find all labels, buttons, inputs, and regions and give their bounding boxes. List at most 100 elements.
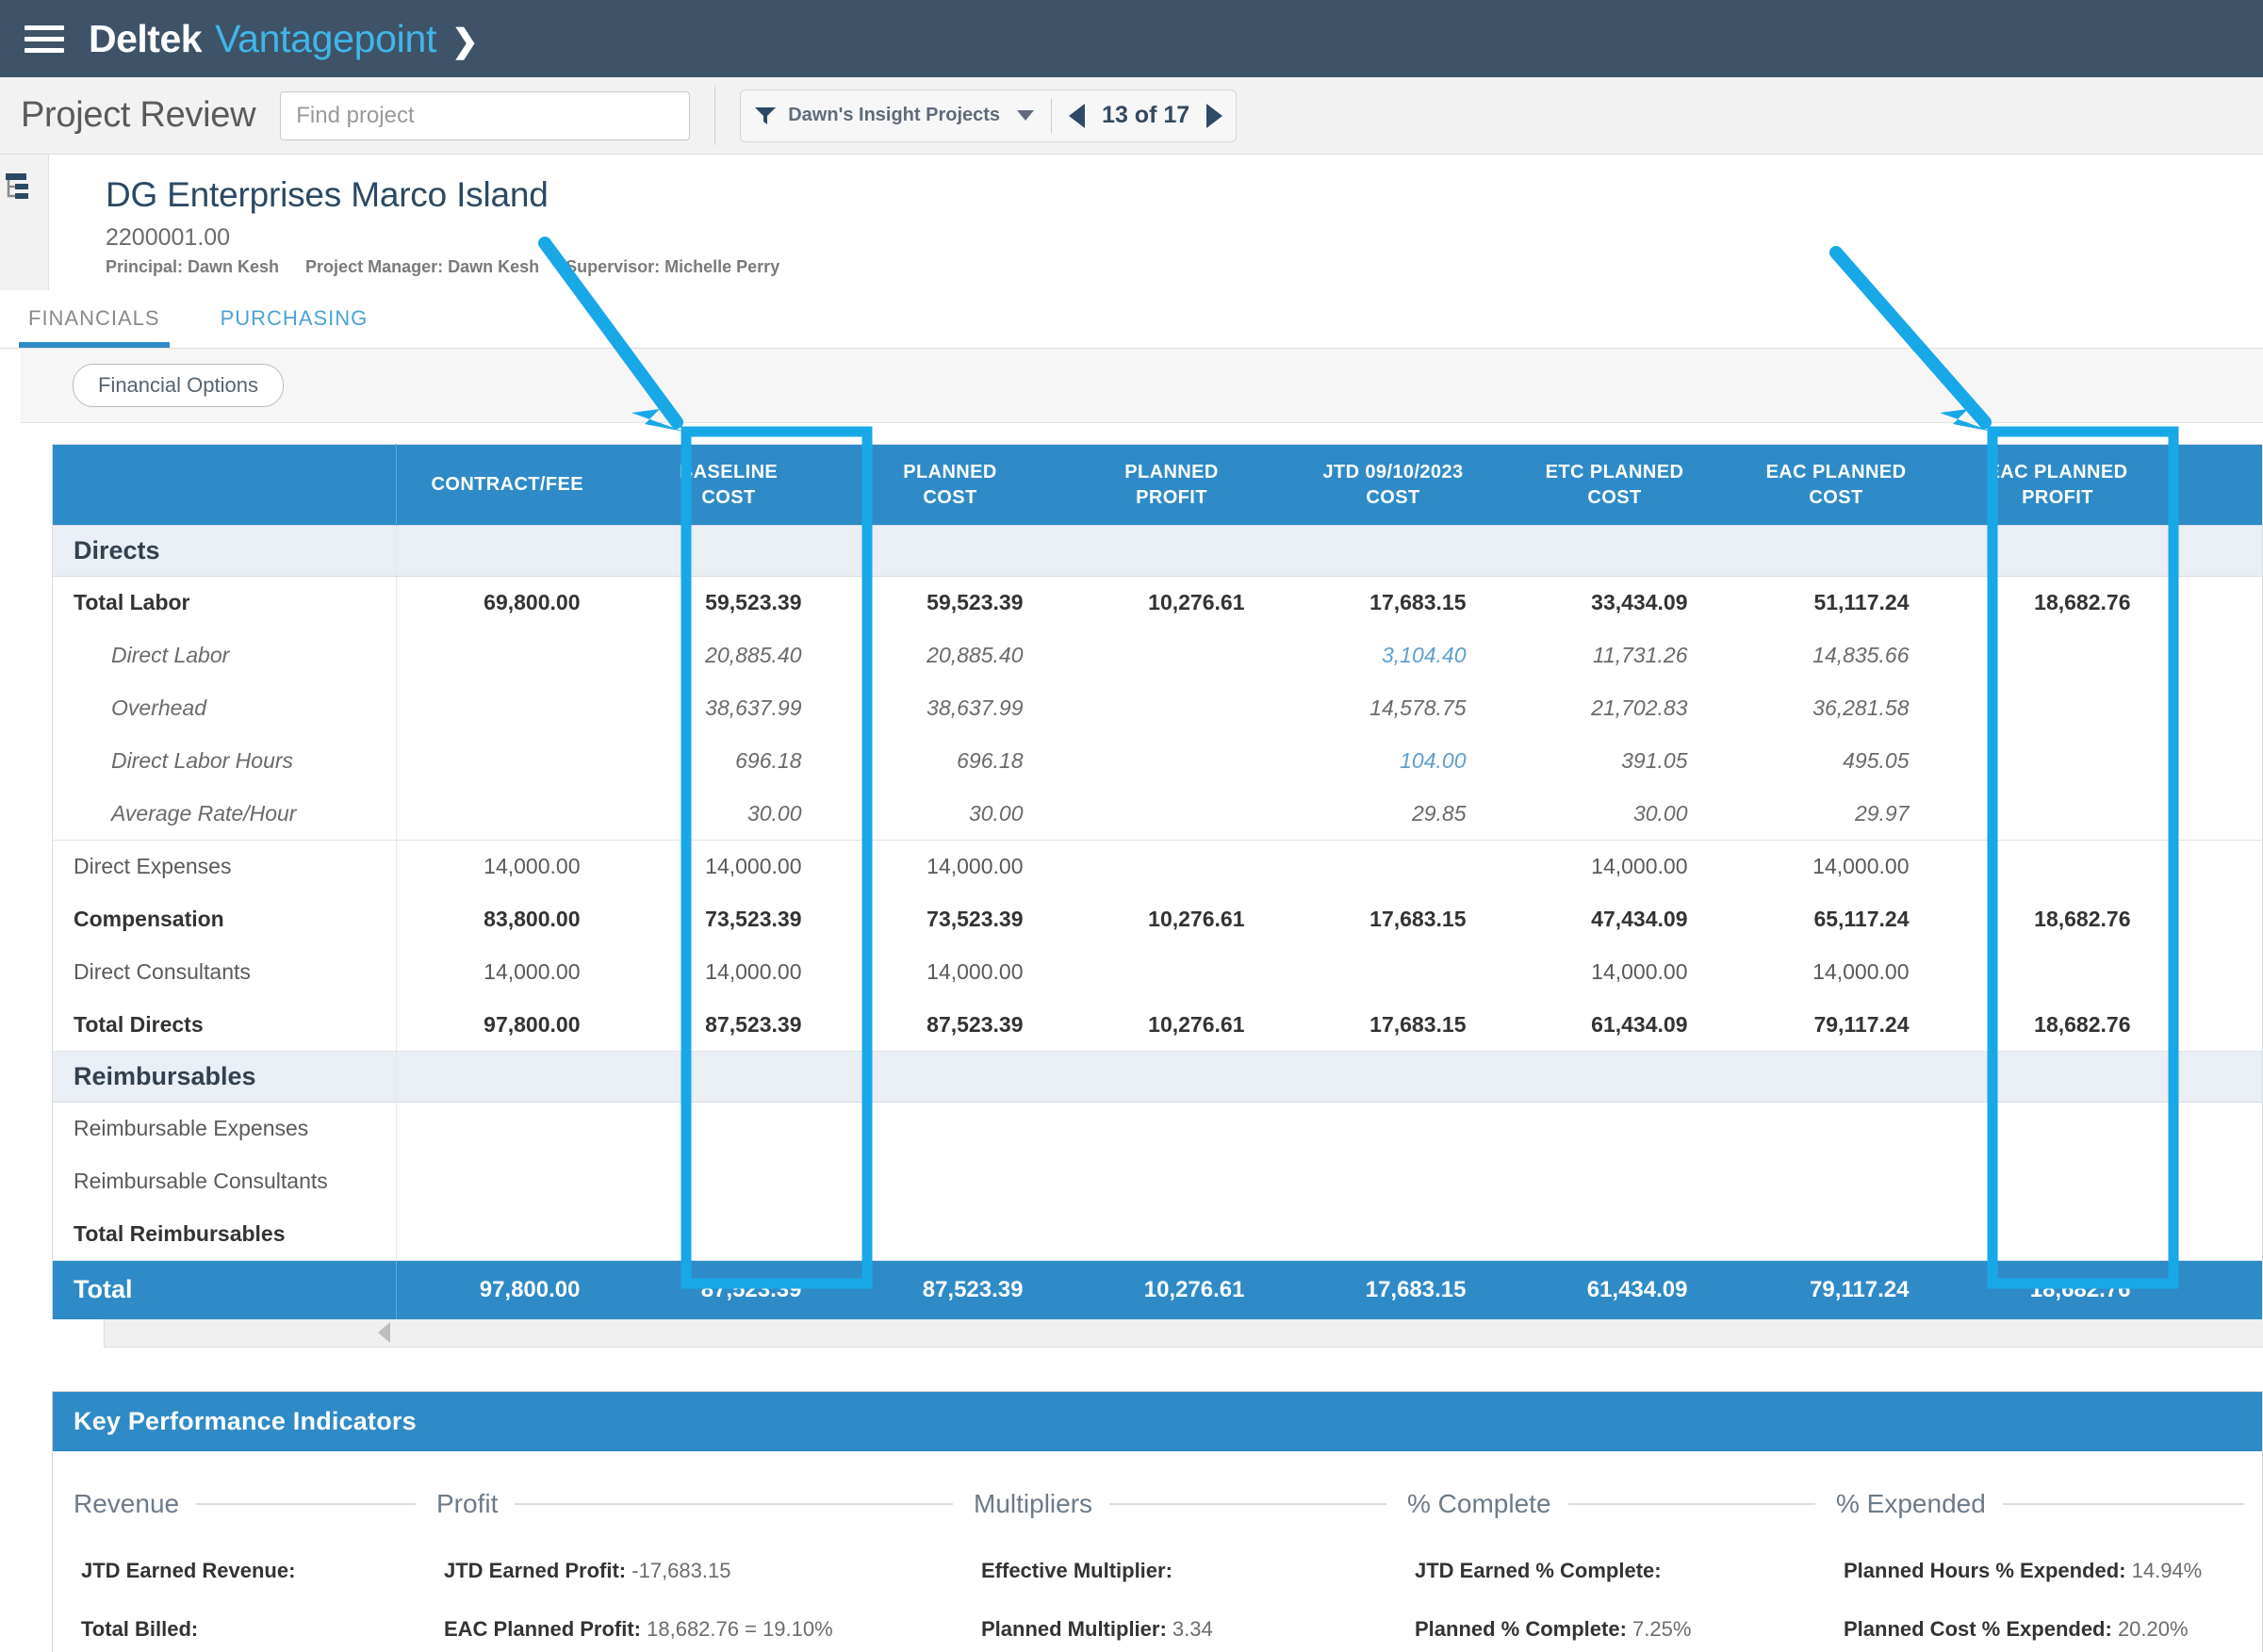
- cell-spacer: [2169, 630, 2263, 682]
- cell-value: [1947, 1155, 2169, 1208]
- kpi-panel-title: Key Performance Indicators: [53, 1392, 2262, 1451]
- top-navigation-bar: Deltek Vantagepoint ❯: [0, 0, 2263, 77]
- chevron-down-icon[interactable]: [1017, 110, 1034, 121]
- cell-value: [397, 1208, 618, 1261]
- cell-value[interactable]: 3,104.40: [1283, 630, 1504, 682]
- brand-deltek-text: Deltek: [89, 17, 202, 61]
- kpi-group-title: % Complete: [1407, 1489, 1551, 1519]
- kpi-group-header: Multipliers: [974, 1489, 1386, 1519]
- tab-financials[interactable]: FINANCIALS: [19, 306, 170, 348]
- column-header-5[interactable]: JTD 09/10/2023COST: [1283, 445, 1504, 526]
- cell-value: [1283, 841, 1504, 893]
- cell-value: [1947, 682, 2169, 735]
- kpi-group-expended: % Expended Planned Hours % Expended: 14.9…: [1815, 1489, 2244, 1652]
- brand-logo[interactable]: Deltek Vantagepoint ❯: [89, 17, 479, 61]
- cell-value[interactable]: 104.00: [1283, 735, 1504, 788]
- cell-value: 14,000.00: [397, 946, 618, 999]
- cell-value: 14,578.75: [1283, 682, 1504, 735]
- column-header-2[interactable]: BASELINECOST: [618, 445, 840, 526]
- column-header-6[interactable]: ETC PLANNEDCOST: [1504, 445, 1726, 526]
- project-name: DG Enterprises Marco Island: [106, 175, 2263, 215]
- kpi-group-profit: ProfitJTD Earned Profit: -17,683.15EAC P…: [416, 1489, 953, 1652]
- column-header-0[interactable]: [53, 445, 397, 526]
- kpi-item-label: Planned Hours % Expended:: [1844, 1559, 2126, 1582]
- column-header-1[interactable]: CONTRACT/FEE: [397, 445, 618, 526]
- table-header: CONTRACT/FEEBASELINECOSTPLANNEDCOSTPLANN…: [53, 445, 2263, 526]
- cell-value: 18,682.76: [1947, 1261, 2169, 1319]
- cell-value: 20,885.40: [618, 630, 840, 682]
- column-header-9[interactable]: [2169, 445, 2263, 526]
- cell-value: [1283, 1103, 1504, 1155]
- cell-value: 65,117.24: [1726, 893, 1947, 946]
- tab-bar: FINANCIALS PURCHASING: [0, 290, 2263, 349]
- kpi-item-label: EAC Planned Profit:: [444, 1617, 641, 1641]
- kpi-item: Planned Cost % Expended: 20.20%: [1836, 1617, 2244, 1642]
- cell-value: [1504, 1208, 1726, 1261]
- scroll-left-icon[interactable]: [378, 1322, 390, 1343]
- project-supervisor: Supervisor: Michelle Perry: [566, 257, 779, 277]
- filter-label[interactable]: Dawn's Insight Projects: [788, 105, 1000, 126]
- kpi-item-value: -17,683.15: [626, 1559, 730, 1582]
- kpi-item: EAC Planned Profit: 18,682.76 = 19.10%: [436, 1617, 953, 1642]
- cell-value: [840, 1155, 1061, 1208]
- cell-value: [1283, 946, 1504, 999]
- table-row: Total Directs97,800.0087,523.3987,523.39…: [53, 999, 2263, 1052]
- hamburger-menu-icon[interactable]: [25, 25, 64, 53]
- kpi-item-label: Planned Multiplier:: [981, 1617, 1167, 1641]
- row-label: Total: [53, 1261, 397, 1319]
- cell-value: [1061, 946, 1283, 999]
- brand-vantagepoint-text: Vantagepoint: [215, 17, 436, 61]
- row-label: Compensation: [53, 893, 397, 946]
- cell-value: 696.18: [840, 735, 1061, 788]
- previous-record-icon[interactable]: [1069, 104, 1085, 128]
- table-row: Direct Labor20,885.4020,885.403,104.4011…: [53, 630, 2263, 682]
- project-principal: Principal: Dawn Kesh: [106, 257, 279, 277]
- cell-value: [397, 526, 618, 577]
- table-row: Total Labor69,800.0059,523.3959,523.3910…: [53, 577, 2263, 630]
- cell-value: 14,000.00: [840, 946, 1061, 999]
- horizontal-scrollbar[interactable]: [104, 1319, 2263, 1348]
- cell-value: 11,731.26: [1504, 630, 1726, 682]
- cell-spacer: [2169, 682, 2263, 735]
- cell-value: 59,523.39: [618, 577, 840, 630]
- tab-purchasing[interactable]: PURCHASING: [211, 306, 378, 348]
- cell-value: 14,000.00: [1504, 946, 1726, 999]
- cell-value: 17,683.15: [1283, 577, 1504, 630]
- table-row: Compensation83,800.0073,523.3973,523.391…: [53, 893, 2263, 946]
- column-header-3[interactable]: PLANNEDCOST: [840, 445, 1061, 526]
- cell-spacer: [2169, 735, 2263, 788]
- kpi-item: Planned % Complete: 7.25%: [1407, 1617, 1815, 1642]
- kpi-group-title: Revenue: [74, 1489, 179, 1519]
- column-header-8[interactable]: EAC PLANNEDPROFIT: [1947, 445, 2169, 526]
- next-record-icon[interactable]: [1206, 104, 1222, 128]
- column-header-4[interactable]: PLANNEDPROFIT: [1061, 445, 1283, 526]
- page-title: Project Review: [21, 95, 255, 136]
- kpi-item-label: Total Billed:: [81, 1617, 198, 1641]
- table-row: Total Reimbursables: [53, 1208, 2263, 1261]
- cell-value: 17,683.15: [1283, 999, 1504, 1052]
- chevron-right-icon[interactable]: ❯: [451, 23, 479, 60]
- cell-value: 29.85: [1283, 788, 1504, 841]
- search-input[interactable]: [280, 91, 690, 140]
- hierarchy-icon[interactable]: [0, 189, 32, 205]
- cell-value: 17,683.15: [1283, 1261, 1504, 1319]
- cell-value: [618, 526, 840, 577]
- kpi-group-title: % Expended: [1836, 1489, 1986, 1519]
- cell-value: 47,434.09: [1504, 893, 1726, 946]
- kpi-item-value: 14.94%: [2126, 1559, 2203, 1582]
- cell-value: [1726, 1103, 1947, 1155]
- cell-value: 14,835.66: [1726, 630, 1947, 682]
- financial-table-container: CONTRACT/FEEBASELINECOSTPLANNEDCOSTPLANN…: [0, 423, 2263, 1348]
- kpi-item-label: JTD Earned % Complete:: [1415, 1559, 1662, 1582]
- financial-options-button[interactable]: Financial Options: [73, 364, 284, 407]
- cell-value: [1504, 1155, 1726, 1208]
- funnel-icon[interactable]: [754, 106, 777, 126]
- cell-value: [1726, 1052, 1947, 1103]
- cell-value: [1947, 1052, 2169, 1103]
- cell-value: 61,434.09: [1504, 1261, 1726, 1319]
- column-header-7[interactable]: EAC PLANNEDCOST: [1726, 445, 1947, 526]
- table-row: Average Rate/Hour30.0030.0029.8530.0029.…: [53, 788, 2263, 841]
- kpi-group-complete: % Complete JTD Earned % Complete: Planned …: [1386, 1489, 1815, 1652]
- cell-value: [1726, 526, 1947, 577]
- cell-value: 83,800.00: [397, 893, 618, 946]
